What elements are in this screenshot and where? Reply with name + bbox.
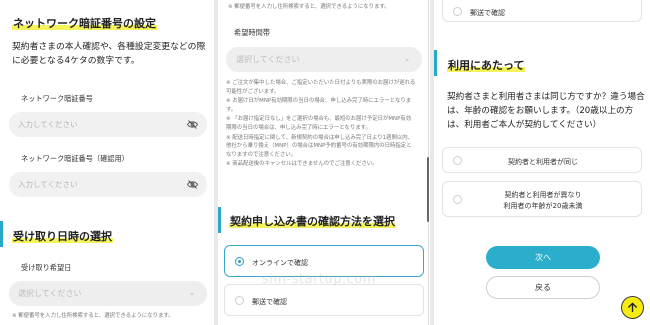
option-label: 郵送で確認 xyxy=(252,298,287,306)
arrow-up-icon xyxy=(627,302,638,313)
pin-confirm-placeholder: 入力してください xyxy=(18,180,78,189)
radio-unselected[interactable] xyxy=(453,7,462,16)
eye-slash-icon[interactable] xyxy=(187,120,198,129)
option-same-user[interactable]: 契約者と利用者が同じ xyxy=(442,147,642,173)
pin-confirm-input[interactable]: 入力してください xyxy=(9,172,207,197)
panel-pin-and-delivery: ネットワーク暗証番号の設定 契約者さまの本人確認や、各種設定変更などの際に必要と… xyxy=(0,0,214,325)
next-button[interactable]: 次へ xyxy=(486,246,600,269)
receipt-section-heading: 受け取り日時の選択 xyxy=(12,230,113,243)
radio-selected[interactable] xyxy=(235,257,244,266)
option-label-line2: 利用者の年齢が20歳未満 xyxy=(503,202,583,210)
option-different-user[interactable]: 契約者と利用者が異なり 利用者の年齢が20歳未満 xyxy=(442,181,642,217)
note-item: ※ 配送日時指定に関して、新規契約の場合は申し込み完了日より1週間以内、他社から… xyxy=(226,134,414,158)
pin-label: ネットワーク暗証番号 xyxy=(21,94,93,103)
usage-heading: 利用にあたって xyxy=(447,59,526,72)
section-accent-bar xyxy=(218,207,221,233)
top-note: ※ 郵便番号を入力し住所検索すると、選択できるようになります。 xyxy=(228,4,390,10)
pin-input-placeholder: 入力してください xyxy=(18,120,78,129)
pin-section-heading: ネットワーク暗証番号の設定 xyxy=(12,17,157,30)
time-select[interactable]: 選択してください ⌄ xyxy=(226,47,422,72)
note-item: ※ 「お届け指定日なし」をご選択の場合も、最短のお届け予定日がMNP有効期限の当… xyxy=(226,116,412,131)
option-label: オンラインで確認 xyxy=(252,259,308,267)
note-item: ※ お届け日がMNP有効期限の当日の場合、申し込み完了時にエラーとなります。 xyxy=(226,98,412,113)
option-mail-confirm[interactable]: 郵送で確認 xyxy=(224,284,424,316)
option-label: 契約者と利用者が同じ xyxy=(508,158,578,166)
option-label: 契約者と利用者が異なり xyxy=(504,191,582,199)
receipt-date-label: 受け取り希望日 xyxy=(21,263,72,272)
note-item: ※ 商品配送後のキャンセルはできませんのでご注意ください。 xyxy=(226,161,378,168)
panel-usage: 郵送で確認 利用にあたって 契約者さまと利用者さまは同じ方ですか？違う場合は、年… xyxy=(434,0,650,325)
receipt-date-placeholder: 選択してください xyxy=(18,289,82,298)
scrollbar-thumb[interactable] xyxy=(427,157,429,222)
radio-unselected[interactable] xyxy=(235,296,244,305)
usage-description: 契約者さまと利用者さまは同じ方ですか？違う場合は、年齢の確認をお願いします。（2… xyxy=(447,92,645,130)
receipt-date-select[interactable]: 選択してください ⌄ xyxy=(9,281,207,306)
option-mail-confirm-top[interactable]: 郵送で確認 xyxy=(442,0,642,22)
watermark: sim-startup.com xyxy=(262,272,376,287)
section-accent-bar xyxy=(434,50,437,76)
time-label: 希望時間帯 xyxy=(234,28,270,37)
confirm-method-heading: 契約申し込み書の確認方法を選択 xyxy=(229,215,396,228)
scroll-to-top-button[interactable] xyxy=(621,296,644,319)
time-placeholder: 選択してください xyxy=(236,55,300,64)
option-label: 郵送で確認 xyxy=(470,9,505,17)
pin-confirm-label: ネットワーク暗証番号（確認用） xyxy=(21,154,129,163)
eye-slash-icon[interactable] xyxy=(187,180,198,189)
chevron-down-icon: ⌄ xyxy=(404,55,410,63)
pin-input[interactable]: 入力してください xyxy=(9,112,207,137)
section-accent-bar xyxy=(0,221,3,247)
note-item: ※ ご注文が集中した場合、ご指定いただいた日付よりも実際のお届けが遅れる可能性が… xyxy=(226,80,416,95)
back-button[interactable]: 戻る xyxy=(486,276,600,299)
chevron-down-icon: ⌄ xyxy=(189,289,195,297)
receipt-note: ※ 郵便番号を入力し住所検索すると、選択できるようになります。 xyxy=(12,313,174,319)
notes-list: ※ ご注文が集中した場合、ご指定いただいた日付よりも実際のお届けが遅れる可能性が… xyxy=(226,79,416,169)
pin-description: 契約者さまの本人確認や、各種設定変更などの際に必要となる4ケタの数字です。 xyxy=(12,42,206,66)
